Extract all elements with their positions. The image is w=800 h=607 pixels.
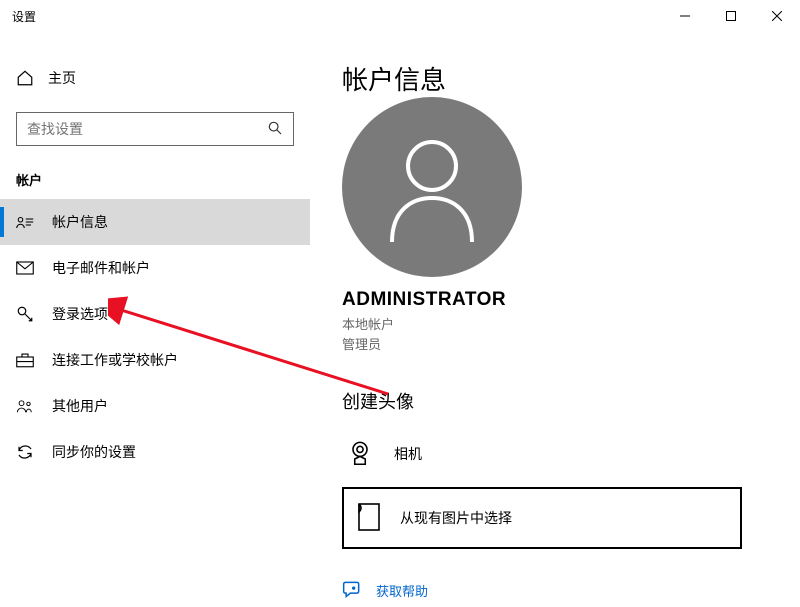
sidebar-item-sync[interactable]: 同步你的设置 bbox=[0, 429, 310, 475]
window-title: 设置 bbox=[12, 8, 36, 25]
sidebar-item-label: 登录选项 bbox=[52, 304, 108, 324]
camera-option[interactable]: 相机 bbox=[342, 432, 776, 475]
sidebar-item-other-users[interactable]: 其他用户 bbox=[0, 383, 310, 429]
close-button[interactable] bbox=[754, 0, 800, 32]
sidebar-section-label: 帐户 bbox=[0, 146, 310, 199]
account-info-icon bbox=[16, 213, 34, 231]
maximize-button[interactable] bbox=[708, 0, 754, 32]
camera-icon bbox=[346, 438, 374, 469]
create-avatar-title: 创建头像 bbox=[342, 388, 776, 414]
sidebar-item-work-school[interactable]: 连接工作或学校帐户 bbox=[0, 337, 310, 383]
account-type-local: 本地帐户 bbox=[342, 315, 776, 335]
minimize-button[interactable] bbox=[662, 0, 708, 32]
home-label: 主页 bbox=[48, 68, 76, 88]
sidebar-item-label: 同步你的设置 bbox=[52, 442, 136, 462]
window-controls bbox=[662, 0, 800, 32]
sidebar-item-label: 帐户信息 bbox=[52, 212, 108, 232]
email-icon bbox=[16, 259, 34, 277]
main-content: 帐户信息 ADMINISTRATOR 本地帐户 管理员 创建头像 相机 bbox=[310, 32, 800, 607]
home-icon bbox=[16, 69, 34, 87]
sidebar-item-account-info[interactable]: 帐户信息 bbox=[0, 199, 310, 245]
username: ADMINISTRATOR bbox=[342, 289, 776, 311]
sidebar-item-label: 电子邮件和帐户 bbox=[52, 258, 150, 278]
account-type-admin: 管理员 bbox=[342, 335, 776, 355]
sync-icon bbox=[16, 443, 34, 461]
help-label: 获取帮助 bbox=[376, 581, 428, 600]
search-input[interactable] bbox=[27, 121, 267, 137]
page-title: 帐户信息 bbox=[342, 60, 776, 97]
sidebar-item-label: 连接工作或学校帐户 bbox=[52, 350, 178, 370]
get-help-link[interactable]: 获取帮助 bbox=[342, 579, 776, 602]
browse-label: 从现有图片中选择 bbox=[400, 508, 512, 528]
browse-pictures-button[interactable]: 从现有图片中选择 bbox=[342, 487, 742, 549]
sidebar-item-email[interactable]: 电子邮件和帐户 bbox=[0, 245, 310, 291]
key-icon bbox=[16, 305, 34, 323]
search-icon bbox=[267, 120, 283, 139]
help-icon bbox=[342, 579, 362, 602]
search-box[interactable] bbox=[16, 112, 294, 146]
titlebar: 设置 bbox=[0, 0, 800, 32]
picture-icon bbox=[358, 503, 380, 534]
avatar bbox=[342, 97, 522, 277]
sidebar: 主页 帐户 帐户信息 电子邮件和帐户 登录选项 bbox=[0, 32, 310, 607]
users-icon bbox=[16, 397, 34, 415]
app-body: 主页 帐户 帐户信息 电子邮件和帐户 登录选项 bbox=[0, 32, 800, 607]
camera-label: 相机 bbox=[394, 444, 422, 464]
briefcase-icon bbox=[16, 351, 34, 369]
home-nav[interactable]: 主页 bbox=[0, 60, 310, 96]
sidebar-item-signin-options[interactable]: 登录选项 bbox=[0, 291, 310, 337]
sidebar-item-label: 其他用户 bbox=[52, 396, 108, 416]
